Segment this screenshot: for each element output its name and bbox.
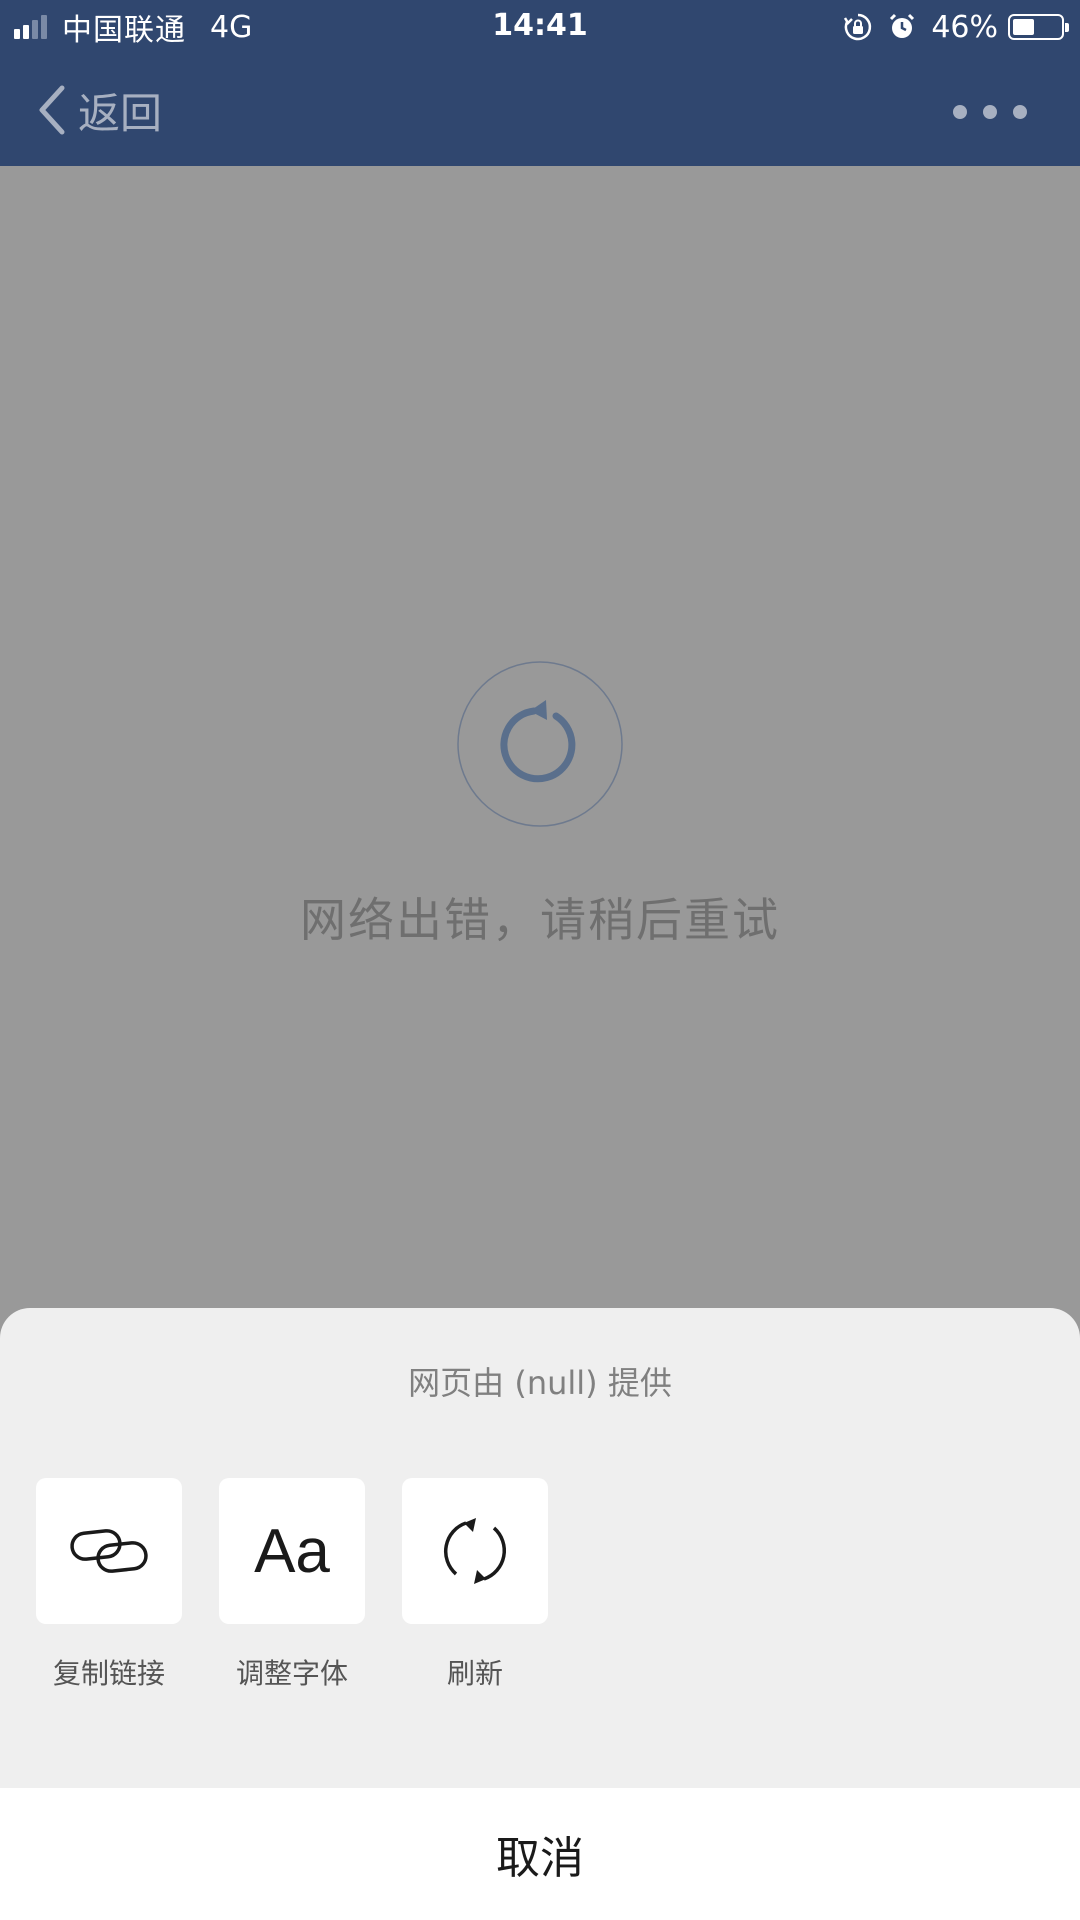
link-icon xyxy=(70,1529,148,1573)
adjust-font-label: 调整字体 xyxy=(235,1657,348,1690)
copy-link-action[interactable]: 复制链接 xyxy=(36,1478,182,1692)
reload-button[interactable] xyxy=(456,660,624,828)
page-provider-text: 网页由 (null) 提供 xyxy=(408,1364,672,1402)
status-bar-right: 46% xyxy=(843,8,1069,46)
adjust-font-tile[interactable]: Aa xyxy=(219,1478,365,1624)
battery-icon xyxy=(1008,14,1069,40)
alarm-icon xyxy=(890,13,915,38)
network-error-panel: 网络出错，请稍后重试 xyxy=(0,660,1080,950)
orientation-lock-icon xyxy=(844,13,872,41)
navigation-bar: 返回 xyxy=(0,54,1080,166)
copy-link-tile[interactable] xyxy=(36,1478,182,1624)
back-label: 返回 xyxy=(78,88,163,138)
action-sheet: 网页由 (null) 提供 复制链接 Aa 调整字体 刷新 取消 xyxy=(0,1308,1080,1920)
chevron-left-icon xyxy=(39,85,65,135)
refresh-icon xyxy=(443,1518,507,1584)
error-message: 网络出错，请稍后重试 xyxy=(300,893,780,947)
refresh-tile[interactable] xyxy=(402,1478,548,1624)
action-list: 复制链接 Aa 调整字体 刷新 xyxy=(36,1478,585,1692)
app-screen: 中国联通 4G 14:41 46% 返回 网络出错，请稍后重试 网页由 (nul… xyxy=(0,0,1080,1920)
more-dots-icon[interactable] xyxy=(950,100,1030,124)
font-size-icon: Aa xyxy=(254,1516,330,1586)
cancel-button[interactable]: 取消 xyxy=(0,1788,1080,1920)
adjust-font-action[interactable]: Aa 调整字体 xyxy=(219,1478,365,1692)
status-bar: 中国联通 4G 14:41 46% xyxy=(0,0,1080,54)
battery-level-fill xyxy=(1013,19,1034,35)
back-button[interactable]: 返回 xyxy=(36,82,162,138)
refresh-label: 刷新 xyxy=(446,1657,503,1690)
refresh-action[interactable]: 刷新 xyxy=(402,1478,548,1692)
copy-link-label: 复制链接 xyxy=(52,1657,165,1690)
battery-percent: 46% xyxy=(931,9,998,45)
reload-icon xyxy=(457,661,623,827)
